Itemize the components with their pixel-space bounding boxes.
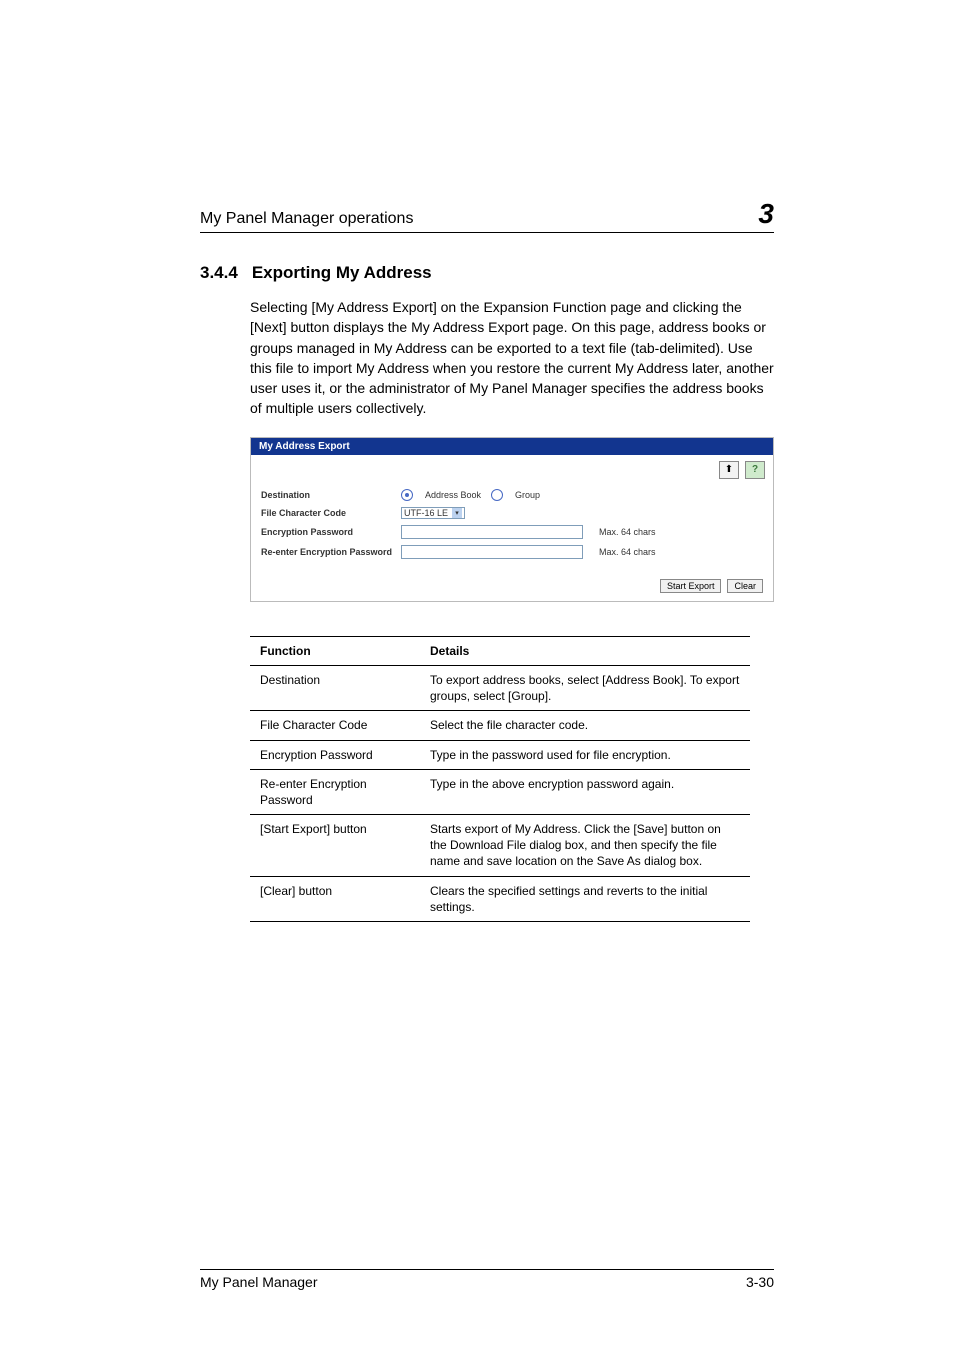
hint-reenter-pw: Max. 64 chars <box>599 547 656 557</box>
footer-product: My Panel Manager <box>200 1274 318 1290</box>
back-button[interactable]: ⬆ <box>719 461 739 479</box>
label-file-char-code: File Character Code <box>261 508 401 518</box>
row-reenter-pw: Re-enter Encryption Password Max. 64 cha… <box>261 545 763 559</box>
cell-function: [Start Export] button <box>250 815 420 877</box>
encryption-password-input[interactable] <box>401 525 583 539</box>
dialog-icon-row: ⬆ ? <box>251 455 773 479</box>
dialog-form: Destination Address Book Group File Char… <box>251 479 773 573</box>
label-reenter-pw: Re-enter Encryption Password <box>261 547 401 557</box>
table-row: Encryption Password Type in the password… <box>250 740 750 769</box>
clear-button[interactable]: Clear <box>727 579 763 593</box>
row-destination: Destination Address Book Group <box>261 489 763 501</box>
radio-address-book[interactable] <box>401 489 413 501</box>
select-value: UTF-16 LE <box>404 508 448 518</box>
start-export-button[interactable]: Start Export <box>660 579 722 593</box>
cell-function: File Character Code <box>250 711 420 740</box>
reenter-password-input[interactable] <box>401 545 583 559</box>
cell-details: To export address books, select [Address… <box>420 665 750 710</box>
function-details-table: Function Details Destination To export a… <box>250 636 750 922</box>
th-function: Function <box>250 636 420 665</box>
dialog-footer: Start Export Clear <box>251 573 773 601</box>
cell-details: Type in the above encryption password ag… <box>420 769 750 814</box>
radio-selected-icon <box>405 493 409 497</box>
label-enc-pw: Encryption Password <box>261 527 401 537</box>
running-header-title: My Panel Manager operations <box>200 210 413 228</box>
table-row: Re-enter Encryption Password Type in the… <box>250 769 750 814</box>
cell-details: Clears the specified settings and revert… <box>420 876 750 921</box>
chevron-down-icon: ▾ <box>452 508 462 518</box>
table-row: [Start Export] button Starts export of M… <box>250 815 750 877</box>
body-paragraph: Selecting [My Address Export] on the Exp… <box>250 297 774 419</box>
help-button[interactable]: ? <box>745 461 765 479</box>
radio-address-book-label: Address Book <box>425 490 481 500</box>
row-enc-pw: Encryption Password Max. 64 chars <box>261 525 763 539</box>
chapter-number: 3 <box>758 200 774 228</box>
export-dialog: My Address Export ⬆ ? Destination Addres… <box>250 437 774 602</box>
cell-function: Re-enter Encryption Password <box>250 769 420 814</box>
cell-function: [Clear] button <box>250 876 420 921</box>
table-row: [Clear] button Clears the specified sett… <box>250 876 750 921</box>
radio-group[interactable] <box>491 489 503 501</box>
cell-details: Type in the password used for file encry… <box>420 740 750 769</box>
hint-enc-pw: Max. 64 chars <box>599 527 656 537</box>
help-icon: ? <box>752 465 758 475</box>
page: My Panel Manager operations 3 3.4.4 Expo… <box>0 0 954 1350</box>
row-file-char-code: File Character Code UTF-16 LE ▾ <box>261 507 763 519</box>
running-header: My Panel Manager operations 3 <box>200 200 774 233</box>
cell-function: Encryption Password <box>250 740 420 769</box>
file-char-code-select[interactable]: UTF-16 LE ▾ <box>401 507 465 519</box>
table-row: File Character Code Select the file char… <box>250 711 750 740</box>
radio-group-label: Group <box>515 490 540 500</box>
up-arrow-icon: ⬆ <box>725 465 733 475</box>
th-details: Details <box>420 636 750 665</box>
table-row: Destination To export address books, sel… <box>250 665 750 710</box>
page-footer: My Panel Manager 3-30 <box>200 1269 774 1290</box>
section-heading: 3.4.4 Exporting My Address <box>200 263 774 283</box>
section-number: 3.4.4 <box>200 263 238 283</box>
cell-details: Select the file character code. <box>420 711 750 740</box>
section-title: Exporting My Address <box>252 263 432 283</box>
table-head-row: Function Details <box>250 636 750 665</box>
cell-function: Destination <box>250 665 420 710</box>
dialog-titlebar: My Address Export <box>251 438 773 455</box>
label-destination: Destination <box>261 490 401 500</box>
cell-details: Starts export of My Address. Click the [… <box>420 815 750 877</box>
footer-page: 3-30 <box>746 1274 774 1290</box>
